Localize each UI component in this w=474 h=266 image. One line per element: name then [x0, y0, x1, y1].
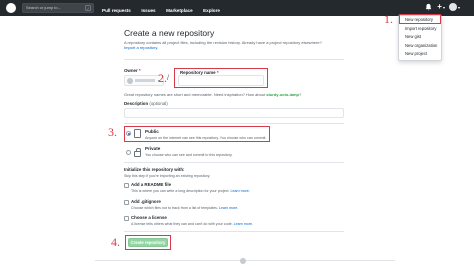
plus-icon[interactable]: +: [437, 3, 442, 11]
description-label: Description (optional): [124, 101, 168, 106]
nav-explore[interactable]: Explore: [203, 8, 220, 13]
gitignore-desc-text: Choose which files not to track from a l…: [131, 206, 218, 210]
header-nav: Pull requests Issues Marketplace Explore: [102, 0, 226, 17]
annotation-box-1: [399, 14, 441, 24]
private-title: Private: [145, 146, 161, 151]
owner-name-blurred: [135, 79, 155, 82]
divider: [124, 123, 344, 124]
private-radio[interactable]: [126, 150, 131, 155]
readme-checkbox[interactable]: [124, 183, 129, 188]
header-right: + ▾ ▾: [425, 3, 464, 11]
annotation-number-4: 4.: [111, 235, 120, 249]
menu-item-new-gist[interactable]: New gist: [399, 33, 441, 42]
github-logo-icon[interactable]: [6, 3, 16, 13]
gitignore-checkbox[interactable]: [124, 200, 129, 205]
lock-icon: [134, 148, 141, 157]
gitignore-learn-more-link[interactable]: Learn more.: [219, 206, 238, 210]
page-subtitle: A repository contains all project files,…: [124, 40, 324, 50]
divider: [124, 162, 344, 163]
menu-item-new-project[interactable]: New project: [399, 50, 441, 59]
footer-github-logo-icon: [240, 258, 246, 264]
search-placeholder: Search or jump to...: [26, 5, 61, 10]
readme-desc-text: This is where you can write a long descr…: [131, 189, 230, 193]
description-label-text: Description: [124, 101, 149, 106]
hint-prefix: Great repository names are short and mem…: [124, 92, 267, 97]
search-shortcut-key: /: [85, 5, 91, 11]
license-learn-more-link[interactable]: Learn more.: [234, 222, 253, 226]
avatar[interactable]: [448, 3, 457, 11]
license-label: Choose a license: [131, 215, 167, 220]
init-title: Initialize this repository with:: [124, 167, 185, 172]
nav-marketplace[interactable]: Marketplace: [166, 8, 193, 13]
owner-avatar: [127, 77, 133, 84]
owner-label-text: Owner: [124, 68, 138, 73]
menu-item-new-organization[interactable]: New organization: [399, 42, 441, 51]
license-desc-text: A license tells others what they can and…: [131, 222, 233, 226]
readme-label: Add a README file: [131, 182, 172, 187]
avatar-chevron-down-icon[interactable]: ▾: [458, 5, 460, 10]
divider: [124, 59, 344, 60]
owner-repo-separator: /: [167, 75, 169, 82]
menu-item-import-repository[interactable]: Import repository: [399, 25, 441, 34]
annotation-box-2: [174, 68, 268, 88]
init-description: Skip this step if you're importing an ex…: [124, 174, 211, 178]
gitignore-description: Choose which files not to track from a l…: [131, 206, 238, 210]
annotation-number-1: 1.: [384, 12, 393, 26]
chevron-down-icon[interactable]: ▾: [443, 5, 445, 10]
search-input[interactable]: Search or jump to... /: [22, 3, 94, 13]
import-repository-link[interactable]: Import a repository.: [124, 45, 158, 50]
owner-required-mark: *: [138, 68, 141, 73]
annotation-number-3: 3.: [108, 125, 117, 139]
repo-name-hint: Great repository names are short and mem…: [124, 92, 301, 97]
hint-suffix: ?: [298, 92, 302, 97]
readme-learn-more-link[interactable]: Learn more.: [230, 189, 249, 193]
annotation-box-4: [125, 235, 171, 250]
owner-label: Owner *: [124, 68, 141, 73]
hint-suggestion[interactable]: sturdy-octo-lamp: [266, 92, 299, 97]
private-description: You choose who can see and commit to thi…: [145, 153, 233, 157]
license-description: A license tells others what they can and…: [131, 222, 253, 226]
nav-issues[interactable]: Issues: [141, 8, 155, 13]
divider: [124, 231, 344, 232]
bell-icon[interactable]: [425, 3, 432, 11]
annotation-box-3: [124, 126, 270, 142]
annotation-number-2: 2.: [158, 71, 167, 85]
gitignore-label: Add .gitignore: [131, 199, 161, 204]
description-optional: (optional): [149, 101, 168, 106]
license-checkbox[interactable]: [124, 216, 129, 221]
nav-pull-requests[interactable]: Pull requests: [102, 8, 131, 13]
readme-description: This is where you can write a long descr…: [131, 189, 250, 193]
description-input[interactable]: [124, 108, 344, 118]
page-title: Create a new repository: [124, 28, 215, 38]
